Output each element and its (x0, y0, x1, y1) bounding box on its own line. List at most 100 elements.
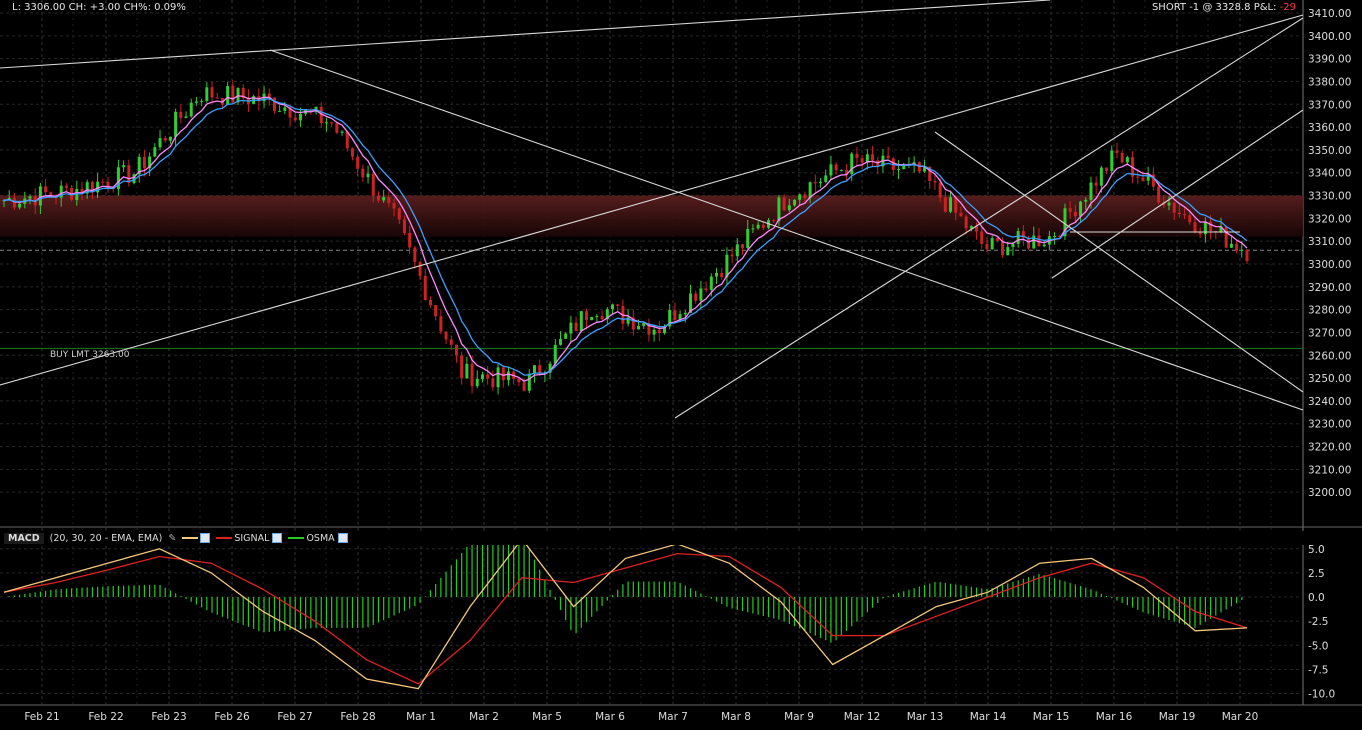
candle-body (1157, 186, 1161, 203)
change-pct-value: CH%: 0.09% (123, 2, 186, 13)
candle-body (361, 168, 365, 178)
candle-body (834, 164, 838, 171)
candle-body (408, 232, 412, 248)
candle-body (1183, 214, 1187, 216)
y-tick-label: 3240.00 (1308, 396, 1351, 408)
resistance-zone (0, 195, 1303, 237)
candle-body (569, 322, 573, 334)
macd-toggle-checkbox[interactable] (200, 533, 211, 543)
y-tick-label: 3360.00 (1308, 122, 1351, 134)
candle-body (616, 304, 620, 306)
candle-body (356, 156, 360, 169)
candle-body (517, 378, 521, 383)
x-tick-label: Mar 13 (907, 711, 944, 723)
macd-tick-label: -10.0 (1308, 689, 1335, 701)
candle-body (553, 344, 557, 364)
x-tick-label: Mar 9 (784, 711, 814, 723)
candle-body (782, 197, 786, 211)
candle-body (777, 197, 781, 222)
x-tick-label: Feb 21 (24, 711, 59, 723)
candle-body (465, 363, 469, 379)
candle-body (444, 331, 448, 340)
candle-body (184, 116, 188, 118)
x-tick-label: Mar 19 (1159, 711, 1196, 723)
candle-body (933, 180, 937, 183)
candle-body (449, 339, 453, 345)
candle-body (1235, 243, 1239, 251)
candle-body (850, 153, 854, 175)
candle-body (938, 182, 942, 198)
macd-params: (20, 30, 20 - EMA, EMA) (49, 532, 163, 544)
x-tick-label: Mar 6 (595, 711, 625, 723)
x-tick-label: Feb 23 (151, 711, 186, 723)
candle-body (1136, 176, 1140, 178)
y-tick-label: 3210.00 (1308, 464, 1351, 476)
y-tick-label: 3260.00 (1308, 350, 1351, 362)
candle-body (610, 304, 614, 310)
y-tick-label: 3380.00 (1308, 76, 1351, 88)
position-text: SHORT -1 @ 3328.8 P&L: (1151, 2, 1277, 13)
pin-icon[interactable]: ✎ (168, 533, 176, 544)
candle-body (122, 165, 126, 168)
y-tick-label: 3200.00 (1308, 487, 1351, 499)
candle-body (637, 326, 641, 330)
price-chart[interactable]: Feb 21 Feb 22 Feb 23 Feb 26 Feb 27 Feb 28 Mar … (0, 0, 1362, 730)
candle-body (964, 216, 968, 229)
signal-label: SIGNAL (234, 532, 270, 544)
candle-body (101, 181, 105, 183)
x-tick-label: Feb 27 (277, 711, 312, 723)
candle-body (1224, 226, 1228, 248)
candle-body (1229, 243, 1233, 248)
candle-body (673, 310, 677, 320)
candle-body (1188, 215, 1192, 223)
candle-body (454, 344, 458, 356)
y-tick-label: 3230.00 (1308, 419, 1351, 431)
candle-body (1115, 150, 1119, 153)
y-tick-label: 3290.00 (1308, 282, 1351, 294)
candle-body (226, 86, 230, 105)
macd-tick-label: -7.5 (1308, 664, 1329, 676)
signal-swatch (216, 537, 233, 539)
candle-body (819, 181, 823, 184)
candle-body (1177, 212, 1181, 215)
candle-body (943, 197, 947, 212)
osma-label: OSMA (306, 532, 335, 544)
candle-body (803, 194, 807, 198)
candle-body (428, 299, 432, 306)
candle-body (210, 87, 214, 98)
candle-body (590, 316, 594, 321)
osma-toggle-checkbox[interactable] (337, 533, 348, 543)
candle-body (350, 148, 354, 157)
candle-body (1084, 199, 1088, 202)
y-tick-label: 3320.00 (1308, 213, 1351, 225)
candle-body (886, 155, 890, 159)
candle-body (64, 185, 68, 188)
x-tick-label: Mar 12 (844, 711, 881, 723)
x-tick-label: Mar 8 (721, 711, 751, 723)
candle-body (985, 243, 989, 250)
candle-body (574, 322, 578, 332)
candle-body (600, 316, 604, 320)
candle-body (1110, 150, 1114, 171)
candle-body (330, 122, 334, 124)
candle-body (720, 272, 724, 278)
candle-body (522, 382, 526, 391)
candle-body (558, 338, 562, 345)
candle-body (179, 111, 183, 118)
candle-body (980, 231, 984, 244)
candle-body (1141, 177, 1145, 181)
candle-body (44, 186, 48, 193)
signal-toggle-checkbox[interactable] (272, 533, 283, 543)
candle-body (298, 113, 302, 121)
buy-order-label[interactable]: BUY LMT 3263.00 (50, 350, 129, 360)
position-readout: SHORT -1 @ 3328.8 P&L: -29 (1152, 2, 1296, 13)
candle-body (1001, 240, 1005, 256)
candle-body (1053, 236, 1057, 238)
candle-body (829, 164, 833, 176)
candle-body (1167, 202, 1171, 206)
macd-tick-label: 2.5 (1308, 568, 1325, 580)
macd-tick-label: 0.0 (1308, 592, 1325, 604)
candle-body (153, 147, 157, 157)
candle-body (434, 305, 438, 317)
macd-title[interactable]: MACD (4, 532, 44, 544)
